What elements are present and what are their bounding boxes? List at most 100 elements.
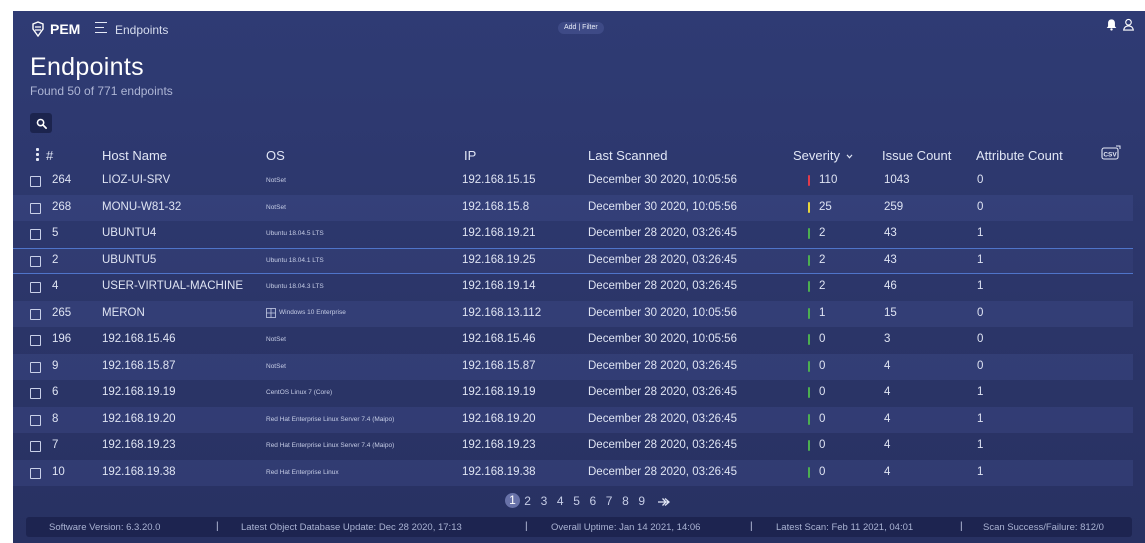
footer-divider: | xyxy=(960,521,963,532)
column-last-scanned[interactable]: Last Scanned xyxy=(588,148,668,163)
row-checkbox[interactable] xyxy=(30,308,41,320)
row-last-scanned: December 28 2020, 03:26:45 xyxy=(588,227,737,239)
menu-icon[interactable] xyxy=(95,22,107,34)
row-host-name[interactable]: UBUNTU5 xyxy=(102,254,156,266)
row-severity: 0 xyxy=(819,359,826,372)
next-page-arrow-icon[interactable] xyxy=(657,496,671,510)
table-row[interactable]: 8 192.168.19.20 Red Hat Enterprise Linux S… xyxy=(13,406,1133,433)
column-id[interactable]: # xyxy=(46,148,53,163)
table-row[interactable]: 7 192.168.19.23 Red Hat Enterprise Linux S… xyxy=(13,433,1133,459)
pem-logo-icon xyxy=(32,21,44,37)
row-host-name[interactable]: 192.168.15.87 xyxy=(102,360,176,372)
table-row[interactable]: 2 UBUNTU5 Ubuntu 18.04.1 LTS 192.168.19.25 D… xyxy=(13,247,1133,274)
severity-indicator xyxy=(808,201,810,213)
row-checkbox[interactable] xyxy=(30,361,41,373)
notifications-icon[interactable] xyxy=(1105,18,1118,31)
row-host-name[interactable]: MERON xyxy=(102,307,145,319)
row-host-name[interactable]: LIOZ-UI-SRV xyxy=(102,174,170,186)
csv-export-icon[interactable]: CSV xyxy=(1101,145,1121,161)
column-os[interactable]: OS xyxy=(266,148,285,163)
column-host-name[interactable]: Host Name xyxy=(102,148,167,163)
row-os: Red Hat Enterprise Linux xyxy=(266,468,339,476)
row-host-name[interactable]: USER-VIRTUAL-MACHINE xyxy=(102,280,243,292)
row-issue-count: 4 xyxy=(884,412,891,425)
column-issue-count[interactable]: Issue Count xyxy=(882,148,951,163)
row-host-name[interactable]: 192.168.19.23 xyxy=(102,439,176,451)
row-checkbox[interactable] xyxy=(30,414,41,426)
row-ip: 192.168.19.19 xyxy=(462,386,536,398)
row-severity: 0 xyxy=(819,386,826,398)
row-issue-count: 1043 xyxy=(884,174,910,186)
row-id: 6 xyxy=(52,386,59,398)
page-3-button[interactable]: 3 xyxy=(541,494,548,508)
table-row[interactable]: 4 USER-VIRTUAL-MACHINE Ubuntu 18.04.3 LTS 1… xyxy=(13,274,1133,300)
row-attribute-count: 0 xyxy=(977,359,984,372)
row-checkbox[interactable] xyxy=(30,388,41,399)
page-2-button[interactable]: 2 xyxy=(524,494,531,508)
search-button[interactable] xyxy=(30,113,52,133)
column-ip[interactable]: IP xyxy=(464,148,476,163)
table-row[interactable]: 196 192.168.15.46 NotSet 192.168.15.46 Decem… xyxy=(13,327,1133,353)
page-6-button[interactable]: 6 xyxy=(590,494,597,508)
row-id: 268 xyxy=(52,200,72,213)
page-1-button[interactable]: 1 xyxy=(505,493,520,508)
row-attribute-count: 1 xyxy=(977,412,984,425)
breadcrumb[interactable]: Endpoints xyxy=(115,23,168,37)
row-ip: 192.168.13.112 xyxy=(462,306,542,319)
footer-divider: | xyxy=(216,521,219,532)
row-os: Ubuntu 18.04.1 LTS xyxy=(266,256,324,264)
row-host-name[interactable]: MONU-W81-32 xyxy=(102,201,181,213)
page-5-button[interactable]: 5 xyxy=(573,494,580,508)
page-4-button[interactable]: 4 xyxy=(557,494,564,508)
user-profile-icon[interactable] xyxy=(1122,18,1135,31)
page-8-button[interactable]: 8 xyxy=(622,494,629,508)
row-last-scanned: December 28 2020, 03:26:45 xyxy=(588,386,737,398)
row-host-name[interactable]: 192.168.15.46 xyxy=(102,333,176,345)
column-options-icon[interactable] xyxy=(36,148,39,163)
row-checkbox[interactable] xyxy=(30,229,41,240)
logo-text: PEM xyxy=(50,21,81,37)
row-attribute-count: 1 xyxy=(977,465,984,478)
column-attribute-count[interactable]: Attribute Count xyxy=(976,148,1063,163)
page-9-button[interactable]: 9 xyxy=(638,494,645,508)
row-checkbox[interactable] xyxy=(30,335,41,346)
table-row[interactable]: 265 MERON Windows 10 Enterprise 192.168.13.… xyxy=(13,300,1133,327)
row-checkbox[interactable] xyxy=(30,282,41,293)
row-checkbox[interactable] xyxy=(30,467,41,479)
page-7-button[interactable]: 7 xyxy=(606,494,613,508)
row-host-name[interactable]: 192.168.19.19 xyxy=(102,386,176,398)
row-checkbox[interactable] xyxy=(30,441,41,452)
pagination: 123456789 xyxy=(13,492,1145,510)
top-bar: PEM Endpoints Add | Filter xyxy=(13,11,1145,47)
row-last-scanned: December 28 2020, 03:26:45 xyxy=(588,359,737,372)
scan-success-failure: Scan Success/Failure: 812/0 xyxy=(983,522,1104,533)
row-last-scanned: December 30 2020, 10:05:56 xyxy=(588,333,737,345)
row-checkbox[interactable] xyxy=(30,176,41,187)
db-update: Latest Object Database Update: Dec 28 20… xyxy=(241,522,462,533)
row-severity: 2 xyxy=(819,227,826,239)
table-row[interactable]: 264 LIOZ-UI-SRV NotSet 192.168.15.15 Decembe… xyxy=(13,168,1133,194)
table-row[interactable]: 6 192.168.19.19 CentOS Linux 7 (Core) 192.1… xyxy=(13,380,1133,406)
row-last-scanned: December 30 2020, 10:05:56 xyxy=(588,306,737,319)
severity-indicator xyxy=(808,175,810,186)
row-checkbox[interactable] xyxy=(30,202,41,214)
row-os: Red Hat Enterprise Linux Server 7.4 (Mai… xyxy=(266,442,395,449)
table-row[interactable]: 268 MONU-W81-32 NotSet 192.168.15.8 December… xyxy=(13,194,1133,221)
column-severity[interactable]: Severity xyxy=(793,148,853,163)
software-version: Software Version: 6.3.20.0 xyxy=(49,522,161,533)
status-footer: Software Version: 6.3.20.0 | Latest Obje… xyxy=(26,517,1132,537)
table-row[interactable]: 9 192.168.15.87 NotSet 192.168.15.87 Decembe… xyxy=(13,353,1133,380)
severity-indicator xyxy=(808,466,810,478)
pem-logo[interactable]: PEM xyxy=(30,21,80,37)
row-severity: 0 xyxy=(819,439,826,451)
row-host-name[interactable]: UBUNTU4 xyxy=(102,227,156,239)
row-ip: 192.168.15.46 xyxy=(462,333,536,345)
table-row[interactable]: 5 UBUNTU4 Ubuntu 18.04.5 LTS 192.168.19.21 D… xyxy=(13,221,1133,247)
row-host-name[interactable]: 192.168.19.20 xyxy=(102,413,176,425)
row-severity: 1 xyxy=(819,306,826,319)
row-checkbox[interactable] xyxy=(30,255,41,267)
add-filter-button[interactable]: Add | Filter xyxy=(558,22,604,34)
table-row[interactable]: 10 192.168.19.38 Red Hat Enterprise Linux 1… xyxy=(13,459,1133,486)
endpoint-count: Found 50 of 771 endpoints xyxy=(30,84,173,98)
row-host-name[interactable]: 192.168.19.38 xyxy=(102,466,176,478)
